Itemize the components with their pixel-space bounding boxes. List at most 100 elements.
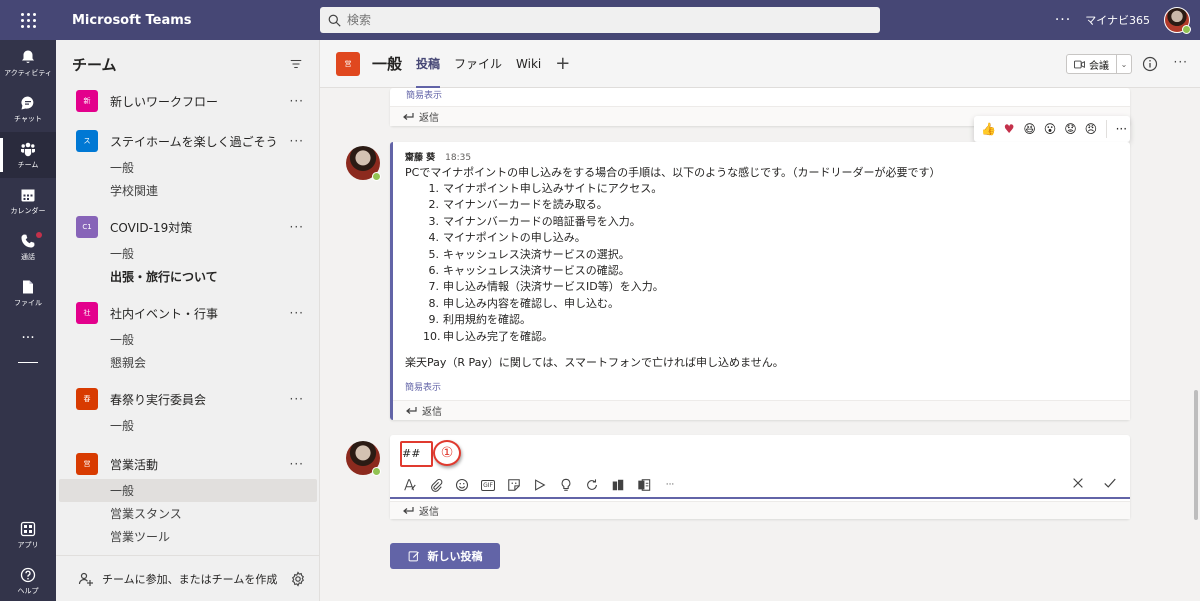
file-icon [23,280,33,293]
more-options-icon[interactable]: ··· [1055,12,1071,28]
sticker-icon[interactable] [506,477,522,493]
surprised-reaction-icon[interactable]: 😮 [1041,122,1058,136]
rail-item-teams[interactable]: チーム [0,132,56,178]
rail-item-activity[interactable]: アクティビティ [0,40,56,86]
heart-reaction-icon[interactable]: ♥ [1000,122,1017,136]
app-icon[interactable] [610,477,626,493]
more-options-icon[interactable]: ··· [290,94,304,108]
channel-item[interactable]: 一般 [56,328,320,351]
collapse-link[interactable]: 簡易表示 [406,88,442,101]
notification-badge [36,232,42,238]
more-options-icon[interactable]: ··· [662,477,678,493]
team-avatar: ス [76,130,98,152]
reply-icon [403,506,414,514]
team-item[interactable]: 社 社内イベント・行事 ··· [56,300,320,326]
rail-label: ヘルプ [17,586,39,595]
new-post-button[interactable]: 新しい投稿 [390,543,500,569]
chevron-down-icon[interactable]: ⌄ [1117,60,1131,69]
attach-icon[interactable] [428,477,444,493]
tab-wiki[interactable]: Wiki [516,40,541,88]
team-item[interactable]: 春 春祭り実行委員会 ··· [56,386,320,412]
post-author[interactable]: 齋藤 葵 [405,153,435,163]
channel-item[interactable]: 出張・旅行について [56,265,320,288]
reply-input[interactable]: ## [402,447,1002,467]
team-avatar: C1 [76,216,98,238]
more-options-icon[interactable]: ··· [290,457,304,471]
sad-reaction-icon[interactable]: 😟 [1062,122,1079,136]
collapse-link[interactable]: 簡易表示 [405,380,441,393]
more-options-icon[interactable]: ··· [1174,55,1188,69]
org-name: マイナビ365 [1085,14,1150,27]
laugh-reaction-icon[interactable]: 😆 [1021,122,1038,136]
tab-posts[interactable]: 投稿 [416,40,441,88]
team-name: 社内イベント・行事 [110,306,219,321]
rail-item-apps[interactable]: アプリ [0,512,56,558]
list-item: 7. 申し込み情報（決済サービスID等）を入力。 [428,280,664,294]
meet-now-icon[interactable] [532,477,548,493]
more-options-icon[interactable]: ··· [290,392,304,406]
format-icon[interactable] [402,477,418,493]
praise-icon[interactable] [558,477,574,493]
info-icon[interactable] [1142,56,1158,72]
rail-label: 通話 [21,252,35,261]
list-item: 10. 申し込み完了を確認。 [423,329,553,343]
gear-icon[interactable] [290,570,306,587]
emoji-icon[interactable] [454,477,470,493]
list-item: 5. キャッシュレス決済サービスの選択。 [428,247,630,261]
more-options-icon[interactable]: ··· [290,134,304,148]
meet-button[interactable]: 会議 ⌄ [1066,54,1132,74]
phone-icon [21,234,35,247]
channel-item-selected[interactable]: 一般 [59,479,317,502]
rail-item-calls[interactable]: 通話 [0,224,56,270]
channel-item[interactable]: 営業ツール [56,525,320,548]
channel-main: 営 一般 投稿 ファイル Wiki + 会議 ⌄ ··· 簡易表示 返信 👍 ♥… [320,40,1200,601]
reply-label: 返信 [419,507,439,518]
rail-item-files[interactable]: ファイル [0,270,56,316]
channel-item[interactable]: 懇親会 [56,351,320,374]
divider [1105,120,1107,138]
loop-icon[interactable] [584,477,600,493]
reply-button[interactable]: 返信 [393,400,1130,420]
close-icon[interactable] [1070,475,1086,491]
rail-item-help[interactable]: ヘルプ [0,558,56,601]
team-item[interactable]: C1 COVID-19対策 ··· [56,214,320,240]
avatar[interactable] [346,146,381,181]
team-item[interactable]: ス ステイホームを楽しく過ごそう ··· [56,128,320,154]
bell-icon [22,50,34,63]
channel-item[interactable]: 営業スタンス [56,502,320,525]
send-check-icon[interactable] [1102,475,1118,491]
team-item[interactable]: 新 新しいワークフロー ··· [56,88,320,114]
reply-button[interactable]: 返信 [390,501,1130,519]
join-create-team[interactable]: チームに参加、またはチームを作成 [56,555,320,601]
list-item: 3. マイナンバーカードの暗証番号を入力。 [428,214,641,228]
forms-icon[interactable] [636,477,652,493]
team-item[interactable]: 営 営業活動 ··· [56,451,320,477]
filter-icon[interactable] [289,57,303,71]
list-item: 6. キャッシュレス決済サービスの確認。 [428,264,630,278]
channel-header: 営 一般 投稿 ファイル Wiki + 会議 ⌄ ··· [320,40,1200,88]
rail-item-calendar[interactable]: カレンダー [0,178,56,224]
more-options-icon[interactable]: ··· [290,306,304,320]
channel-item[interactable]: 一般 [56,242,320,265]
more-options-icon[interactable]: ··· [290,220,304,234]
help-icon [20,567,36,582]
angry-reaction-icon[interactable]: 😠 [1082,122,1099,136]
search-input[interactable] [347,13,847,27]
more-apps-icon[interactable]: ··· [0,330,56,346]
app-launcher-icon[interactable] [0,0,56,40]
gif-icon[interactable]: GIF [480,477,496,493]
new-post-label: 新しい投稿 [427,550,483,563]
channel-item[interactable]: 一般 [56,414,320,437]
profile-avatar[interactable] [1164,7,1191,34]
more-options-icon[interactable]: ··· [1113,122,1130,136]
chat-icon [21,95,34,109]
rail-item-chat[interactable]: チャット [0,86,56,132]
add-tab-icon[interactable]: + [555,53,570,74]
search-box[interactable] [320,7,880,33]
channel-item[interactable]: 一般 [56,156,320,179]
video-icon [1074,60,1085,68]
tab-files[interactable]: ファイル [454,40,502,88]
scrollbar[interactable] [1194,390,1198,520]
like-reaction-icon[interactable]: 👍 [980,122,997,136]
channel-item[interactable]: 学校関連 [56,179,320,202]
